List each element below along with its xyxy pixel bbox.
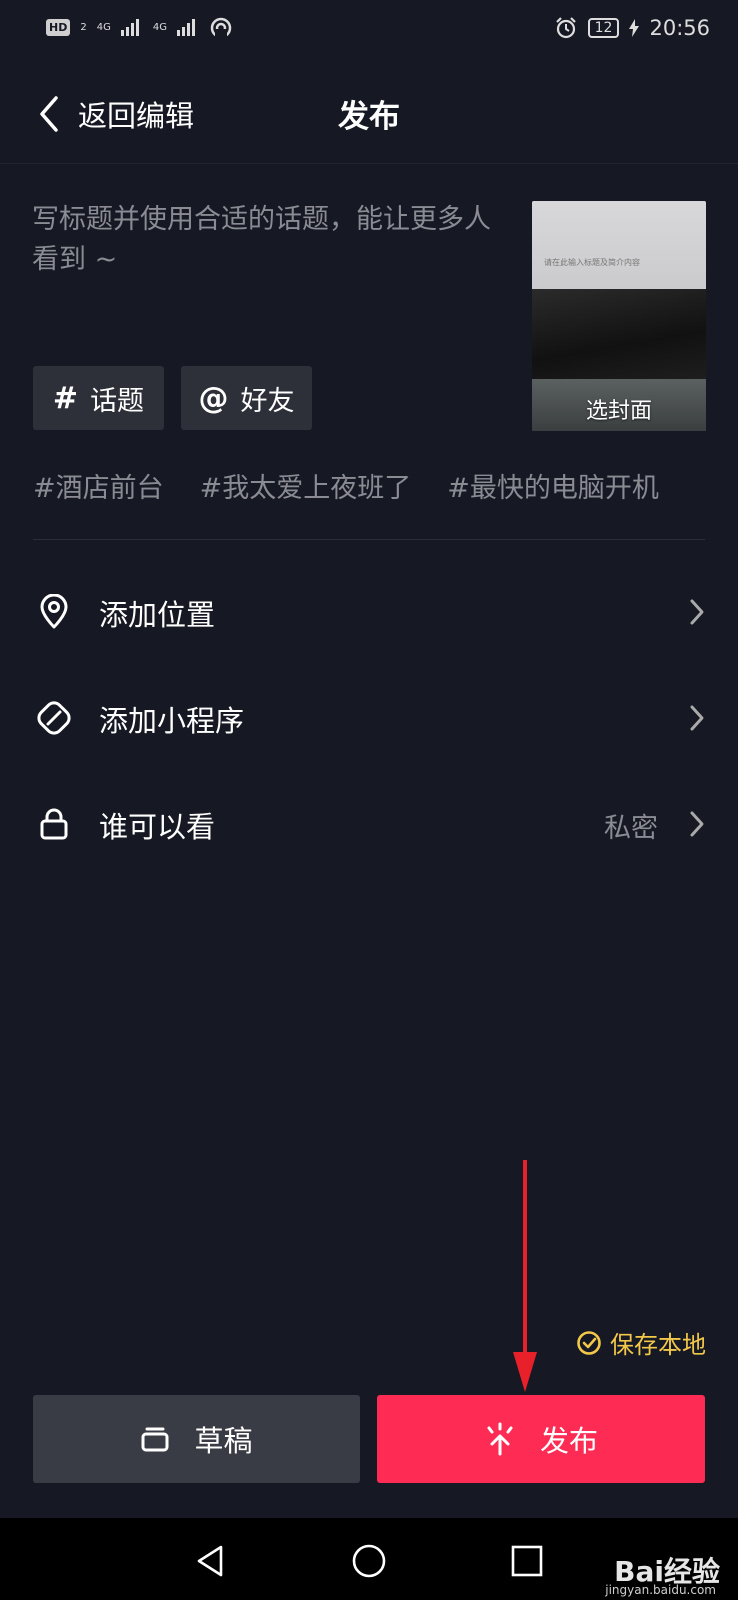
alarm-icon [555,17,576,39]
visibility-label: 谁可以看 [99,810,216,844]
check-circle-icon [577,1330,601,1355]
battery-level: 12 [587,18,620,38]
cover-picker[interactable]: 请在此输入标题及简介内容 选封面 [532,201,706,431]
page-title: 发布 [338,99,400,135]
caption-input[interactable]: 写标题并使用合适的话题，能让更多人看到 ~ [32,200,502,280]
chevron-right-icon [690,599,704,625]
signal-bars-icon [120,19,139,36]
cover-thumbnail-text: 请在此输入标题及简介内容 [544,258,640,267]
annotation-arrow-icon [513,1160,537,1392]
nav-back-icon[interactable] [193,1543,229,1579]
watermark-url: jingyan.baidu.com [605,1583,716,1597]
suggested-tag[interactable]: #最快的电脑开机 [447,466,659,505]
lock-icon [40,808,68,840]
nav-recents-icon[interactable] [509,1543,545,1579]
cover-thumbnail-bezel [532,289,706,379]
save-local-toggle[interactable]: 保存本地 [576,1325,706,1360]
topic-button[interactable]: # 话题 [33,366,164,430]
publish-label: 发布 [539,1424,598,1458]
suggested-tag[interactable]: #酒店前台 [33,466,164,505]
status-left: HD 2 4G 4G [46,16,233,38]
section-divider [33,539,705,540]
chevron-right-icon [690,811,704,837]
save-local-label: 保存本地 [610,1331,706,1359]
status-bar: HD 2 4G 4G 12 20:56 [0,0,738,64]
sim2-label: 2 [80,21,87,33]
mini-program-icon [37,701,71,735]
mention-friend-button[interactable]: @ 好友 [181,366,312,430]
status-right: 12 20:56 [554,16,710,40]
charging-icon [629,19,640,37]
draft-button[interactable]: 草稿 [33,1395,360,1483]
suggested-tags: #酒店前台 #我太爱上夜班了 #最快的电脑开机 [33,466,738,505]
hotspot-icon [210,17,232,38]
signal-4g-label-2: 4G [152,21,167,33]
clock: 20:56 [649,16,710,40]
signal-4g-label: 4G [96,21,111,33]
hd-badge: HD [46,18,71,36]
draft-label: 草稿 [194,1424,253,1458]
topic-label: 话题 [90,385,145,417]
at-icon: @ [198,380,229,416]
header-divider [0,163,738,164]
draft-box-icon [141,1427,169,1452]
select-cover-label: 选封面 [585,399,652,424]
add-mini-program-label: 添加小程序 [99,704,245,738]
add-mini-program-row[interactable]: 添加小程序 [0,688,738,748]
publish-upload-icon [487,1422,513,1456]
friend-label: 好友 [240,385,295,417]
location-pin-icon [40,594,68,629]
chevron-right-icon [690,705,704,731]
nav-home-icon[interactable] [351,1543,387,1579]
suggested-tag[interactable]: #我太爱上夜班了 [200,466,412,505]
add-location-label: 添加位置 [99,598,216,632]
publish-button[interactable]: 发布 [377,1395,705,1483]
add-location-row[interactable]: 添加位置 [0,582,738,642]
visibility-value: 私密 [604,813,658,844]
cover-thumbnail-screen [532,201,706,301]
hashtag-icon: # [52,380,79,416]
visibility-row[interactable]: 谁可以看 私密 [0,794,738,854]
signal-bars-icon-2 [176,19,195,36]
